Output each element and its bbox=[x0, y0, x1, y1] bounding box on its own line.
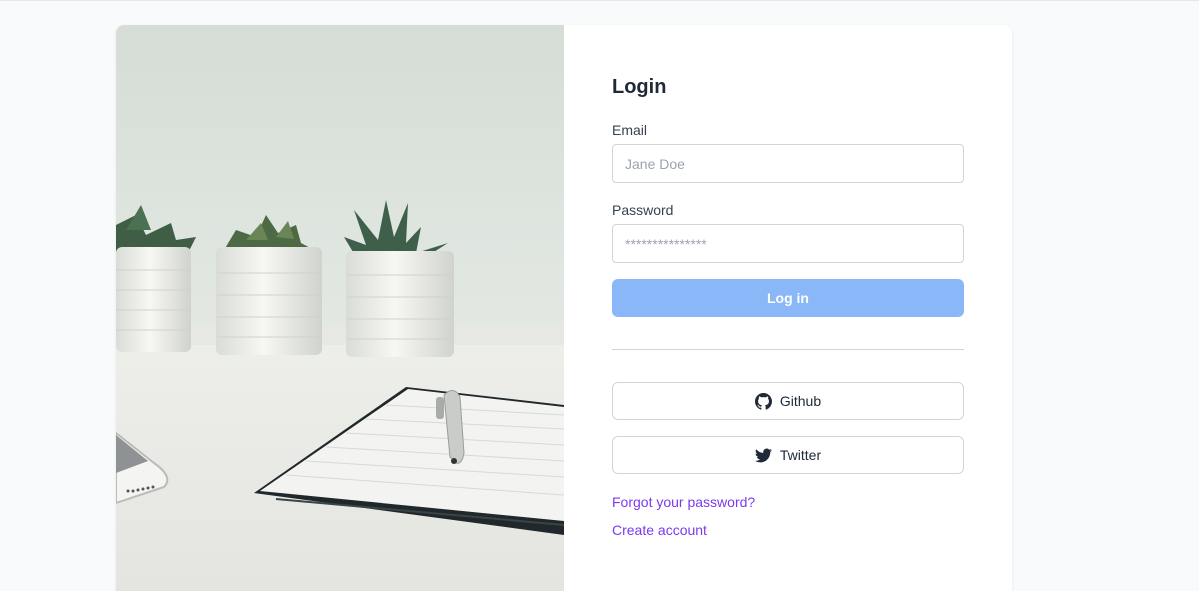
login-title: Login bbox=[612, 76, 667, 98]
github-icon bbox=[754, 392, 772, 410]
login-card: Login Email Password Log in Github Twitt… bbox=[116, 25, 1012, 591]
email-input[interactable] bbox=[612, 144, 964, 183]
hero-image bbox=[116, 25, 564, 591]
login-form: Login Email Password Log in Github Twitt… bbox=[612, 25, 964, 591]
divider bbox=[612, 349, 964, 350]
twitter-label: Twitter bbox=[779, 447, 822, 463]
password-input[interactable] bbox=[612, 224, 964, 263]
top-border bbox=[0, 0, 1199, 1]
forgot-password-link[interactable]: Forgot your password? bbox=[612, 494, 755, 510]
password-label: Password bbox=[612, 202, 674, 218]
login-button[interactable]: Log in bbox=[612, 279, 964, 317]
twitter-button[interactable]: Twitter bbox=[612, 436, 964, 474]
create-account-link[interactable]: Create account bbox=[612, 522, 707, 538]
email-label: Email bbox=[612, 122, 648, 138]
github-label: Github bbox=[779, 393, 822, 409]
github-button[interactable]: Github bbox=[612, 382, 964, 420]
twitter-icon bbox=[754, 448, 772, 462]
